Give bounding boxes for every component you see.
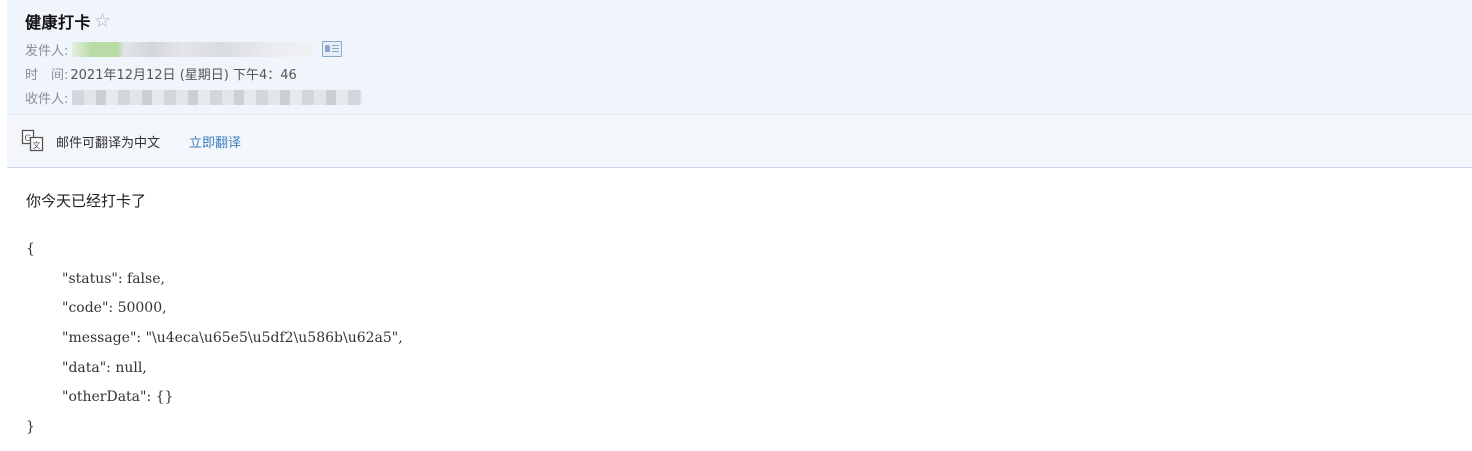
email-subject: 健康打卡 ☆ [25,9,112,33]
to-row: 收件人: [25,87,363,107]
json-line: "code": 50000, [62,300,167,317]
json-block: { "status": false, "code": 50000, "messa… [26,239,403,447]
star-icon[interactable]: ☆ [94,10,112,32]
time-value: 2021年12月12日 (星期日) 下午4：46 [70,67,297,83]
email-body: 你今天已经打卡了 [26,190,146,211]
from-address-redacted [72,41,313,57]
translate-now-link[interactable]: 立即翻译 [189,132,241,151]
json-line: "otherData": {} [62,389,174,406]
to-label: 收件人: [25,91,69,107]
translate-bar: G 文 邮件可翻译为中文 立即翻译 [7,115,1472,168]
subject-text: 健康打卡 [25,13,92,32]
from-row: 发件人: [25,39,343,59]
time-label: 时 间: [25,67,69,83]
time-row: 时 间: 2021年12月12日 (星期日) 下午4：46 [25,63,297,83]
from-label: 发件人: [25,43,69,59]
contact-card-icon[interactable] [322,41,343,57]
json-line: "data": null, [62,359,147,376]
json-line: "message": "\u4eca\u65e5\u5df2\u586b\u62… [62,330,403,347]
translate-icon: G 文 [21,129,44,152]
greeting-text: 你今天已经打卡了 [26,192,147,210]
svg-text:文: 文 [33,140,41,150]
json-line: "status": false, [62,270,165,287]
json-line: { [26,241,35,257]
email-header: 健康打卡 ☆ 发件人: 时 间: 2021年12月12日 (星期日) 下午4：4… [7,0,1472,115]
to-address-redacted [72,89,363,105]
translate-message: 邮件可翻译为中文 [56,136,161,151]
json-line: } [26,419,35,436]
